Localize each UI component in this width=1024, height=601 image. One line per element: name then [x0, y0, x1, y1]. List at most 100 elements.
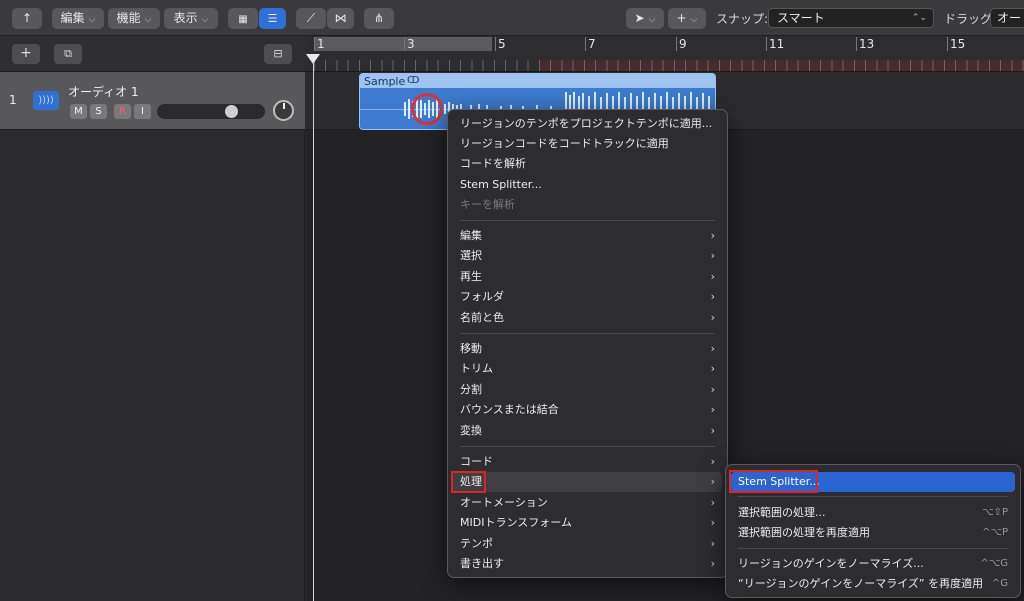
bar-tick [495, 37, 496, 51]
menu-item-label: テンポ [460, 537, 493, 550]
menu-item-split[interactable]: 分割 › [448, 380, 727, 400]
menu-item-analyze-chords[interactable]: コードを解析 [448, 154, 727, 174]
pointer-icon: ➤ [634, 11, 645, 25]
duplicate-track-button[interactable]: ⧉ [54, 44, 82, 64]
chevron-right-icon: › [710, 475, 715, 488]
menu-item-label: バウンスまたは結合 [460, 403, 559, 416]
edit-menu-button[interactable]: 編集 ⌵ [52, 8, 104, 29]
chevron-right-icon: › [710, 403, 715, 416]
logic-window: ↑ 編集 ⌵ 機能 ⌵ 表示 ⌵ ▦ ☰ ⟋ ⋈ ⋔ ➤ ⌵ + ⌵ スナップ: スマート… [0, 0, 1024, 601]
track-list-header: + ⧉ ⊟ [0, 36, 305, 72]
menu-item-name-color[interactable]: 名前と色 › [448, 308, 727, 328]
drag-value: オー [997, 11, 1022, 25]
submenu-separator [738, 496, 1008, 497]
menu-item-play[interactable]: 再生 › [448, 267, 727, 287]
annotation-box-stem-splitter [729, 470, 818, 493]
pan-knob[interactable] [273, 100, 294, 121]
secondary-tool-button[interactable]: + ⌵ [668, 8, 706, 29]
bar-tick [856, 37, 857, 51]
menu-item-midi-transform[interactable]: MIDIトランスフォーム › [448, 513, 727, 533]
chevron-right-icon: › [710, 516, 715, 529]
submenu-item-label: 選択範囲の処理... [738, 506, 826, 519]
flex-button[interactable]: ⋈ [327, 8, 354, 29]
menu-item-apply-region-chords[interactable]: リージョンコードをコードトラックに適用 [448, 134, 727, 154]
menu-item-label: オートメーション [460, 496, 548, 509]
chevron-down-icon: ⌵ [690, 15, 698, 25]
menu-item-label: 名前と色 [460, 311, 504, 324]
menu-separator [460, 446, 715, 447]
menu-item-trim[interactable]: トリム › [448, 359, 727, 379]
menu-item-convert[interactable]: 変換 › [448, 421, 727, 441]
mute-button[interactable]: M [70, 104, 87, 119]
menu-item-tempo[interactable]: テンポ › [448, 534, 727, 554]
view-menu-button[interactable]: 表示 ⌵ [164, 8, 218, 29]
functions-menu-label: 機能 [116, 11, 141, 25]
menu-item-label: リージョンコードをコードトラックに適用 [460, 137, 669, 150]
track-name[interactable]: オーディオ 1 [68, 83, 139, 100]
cycle-region[interactable] [314, 37, 492, 51]
bar-number: 1 [317, 37, 325, 51]
menu-item-automation[interactable]: オートメーション › [448, 493, 727, 513]
submenu-item-process-selection[interactable]: 選択範囲の処理... ⌥⇧P [726, 503, 1020, 523]
submenu-item-reapply-process[interactable]: 選択範囲の処理を再度適用 ^⌥P [726, 523, 1020, 543]
chevron-right-icon: › [710, 557, 715, 570]
volume-fader[interactable] [157, 104, 265, 119]
functions-menu-button[interactable]: 機能 ⌵ [108, 8, 160, 29]
chevron-right-icon: › [710, 383, 715, 396]
menu-item-process[interactable]: 処理 › [453, 472, 722, 492]
curve-icon: ⟋ [306, 11, 316, 25]
fader-knob[interactable] [225, 105, 238, 118]
chevron-down-icon: ⌵ [648, 15, 656, 25]
snap-select[interactable]: スマート ⌃⌄ [768, 8, 934, 28]
menu-item-label: キーを解析 [460, 198, 515, 211]
snap-value: スマート [777, 11, 825, 25]
menu-item-label: リージョンのテンポをプロジェクトテンポに適用... [460, 117, 713, 130]
catch-playhead-button[interactable]: ⋔ [364, 8, 394, 29]
solo-button[interactable]: S [90, 104, 107, 119]
submenu-separator [738, 548, 1008, 549]
input-monitor-button[interactable]: I [134, 104, 151, 119]
chevron-right-icon: › [710, 249, 715, 262]
menu-item-move[interactable]: 移動 › [448, 339, 727, 359]
updown-chevron-icon: ⌃⌄ [911, 13, 927, 23]
drag-select[interactable]: オー [990, 8, 1024, 28]
chevron-right-icon: › [710, 362, 715, 375]
ruler-ticks [314, 60, 1024, 71]
chevron-right-icon: › [710, 342, 715, 355]
menu-item-label: フォルダ [460, 290, 504, 303]
context-menu: リージョンのテンポをプロジェクトテンポに適用... リージョンコードをコードトラ… [447, 109, 728, 578]
menu-item-bounce-join[interactable]: バウンスまたは結合 › [448, 400, 727, 420]
back-to-parent-button[interactable]: ↑ [12, 8, 42, 29]
chevron-right-icon: › [710, 455, 715, 468]
record-enable-button[interactable]: R [114, 104, 131, 119]
menu-item-edit[interactable]: 編集 › [448, 226, 727, 246]
bar-tick [314, 37, 315, 51]
track-list: 1 )))) オーディオ 1 M S R I [0, 72, 305, 601]
menu-item-label: コード [460, 455, 493, 468]
plus-icon: + [20, 45, 32, 61]
chevron-right-icon: › [710, 311, 715, 324]
region-header[interactable]: Sample ↀ [360, 74, 715, 88]
grid-view-button[interactable]: ▦ [228, 8, 258, 29]
menu-item-chord[interactable]: コード › [448, 452, 727, 472]
menu-item-apply-region-tempo[interactable]: リージョンのテンポをプロジェクトテンポに適用... [448, 114, 727, 134]
menu-item-analyze-key: キーを解析 [448, 195, 727, 215]
snap-label: スナップ: [716, 12, 769, 26]
submenu-item-reapply-normalize[interactable]: “リージョンのゲインをノーマライズ” を再度適用 ^G [726, 574, 1020, 594]
menu-item-stem-splitter[interactable]: Stem Splitter... [448, 175, 727, 195]
menu-item-export[interactable]: 書き出す › [448, 554, 727, 574]
menu-item-select[interactable]: 選択 › [448, 246, 727, 266]
bar-number: 11 [769, 37, 785, 51]
pointer-tool-button[interactable]: ➤ ⌵ [626, 8, 664, 29]
view-menu-label: 表示 [173, 11, 198, 25]
global-tracks-button[interactable]: ⊟ [264, 44, 292, 64]
duplicate-icon: ⧉ [64, 47, 72, 60]
menu-item-folder[interactable]: フォルダ › [448, 287, 727, 307]
add-track-button[interactable]: + [12, 44, 40, 64]
annotation-circle [411, 93, 443, 125]
automation-curve-button[interactable]: ⟋ [296, 8, 326, 29]
track-row[interactable]: 1 )))) オーディオ 1 M S R I [0, 72, 305, 130]
menu-item-label: 書き出す [460, 557, 504, 570]
list-view-button[interactable]: ☰ [259, 8, 286, 29]
submenu-item-normalize-gain[interactable]: リージョンのゲインをノーマライズ... ^⌥G [726, 554, 1020, 574]
